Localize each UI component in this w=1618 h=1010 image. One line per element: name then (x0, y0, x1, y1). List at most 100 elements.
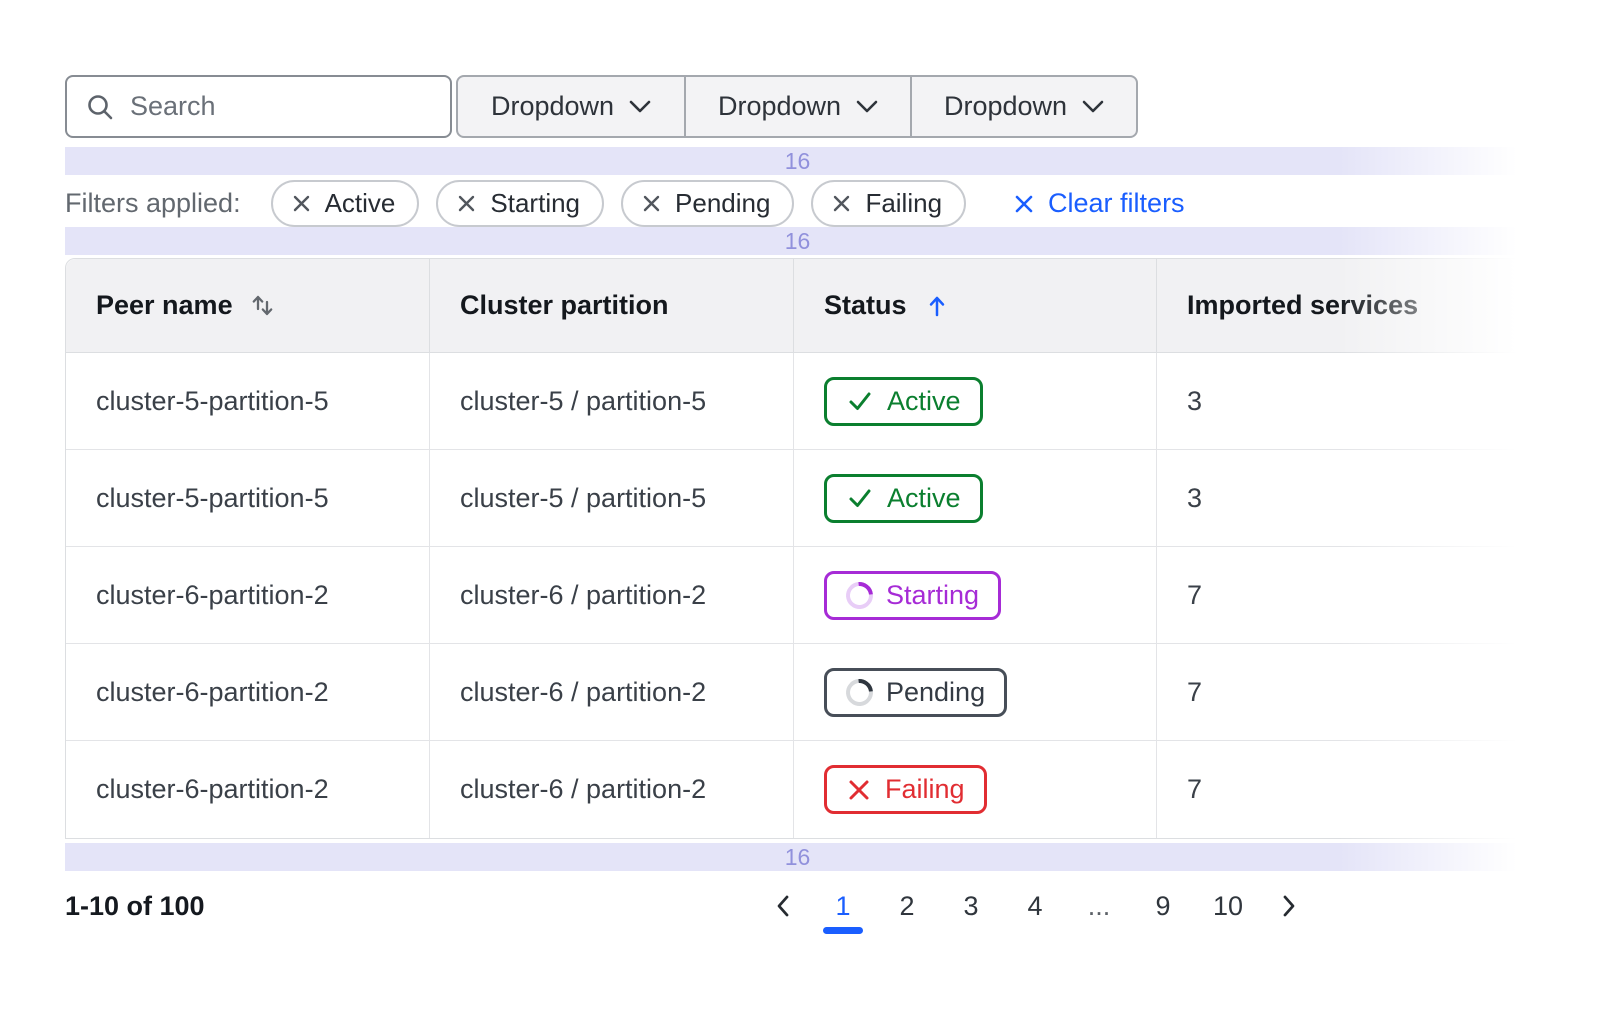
status-badge-label: Starting (886, 580, 979, 611)
cell-status: Active (793, 450, 1156, 546)
check-icon (846, 484, 874, 512)
status-badge-active: Active (824, 474, 983, 523)
chevron-left-icon (771, 893, 797, 919)
column-header-label: Imported services (1187, 290, 1418, 321)
pagination-summary: 1-10 of 100 (65, 891, 205, 922)
sort-both-icon (249, 292, 276, 319)
remove-filter-icon[interactable] (457, 194, 476, 213)
chevron-down-icon (856, 100, 878, 114)
cell-cluster-partition: cluster-6 / partition-2 (429, 644, 793, 740)
search-input[interactable] (130, 91, 484, 122)
spinner-icon (840, 673, 878, 711)
page-button-9[interactable]: 9 (1149, 873, 1177, 939)
spacing-band: 16 (65, 227, 1530, 255)
table-row: cluster-5-partition-5 cluster-5 / partit… (66, 353, 1529, 450)
cell-imported-services: 7 (1156, 741, 1529, 838)
column-header-status[interactable]: Status (793, 259, 1156, 352)
dropdown-button-3[interactable]: Dropdown (910, 77, 1136, 136)
clear-filters-button[interactable]: Clear filters (1013, 188, 1185, 219)
column-header-label: Status (824, 290, 907, 321)
page-button-3[interactable]: 3 (957, 873, 985, 939)
cell-status: Failing (793, 741, 1156, 838)
remove-filter-icon[interactable] (642, 194, 661, 213)
cell-status: Starting (793, 547, 1156, 643)
page-button-4[interactable]: 4 (1021, 873, 1049, 939)
table-row: cluster-6-partition-2 cluster-6 / partit… (66, 644, 1529, 741)
filter-chip-label: Active (325, 188, 396, 219)
dropdown-button-1[interactable]: Dropdown (458, 77, 684, 136)
spacing-band: 16 (65, 147, 1530, 175)
chevron-down-icon (1082, 100, 1104, 114)
filter-chip-label: Pending (675, 188, 770, 219)
column-header-cluster-partition: Cluster partition (429, 259, 793, 352)
cell-status: Pending (793, 644, 1156, 740)
spacing-band-label: 16 (785, 228, 811, 255)
pagination-ellipsis: ... (1085, 873, 1113, 939)
cell-peer-name: cluster-6-partition-2 (66, 644, 429, 740)
remove-filter-icon[interactable] (832, 194, 851, 213)
filter-chip-label: Starting (490, 188, 580, 219)
pagination-row: 1-10 of 100 1 2 3 4 ... 9 10 (65, 873, 1315, 939)
pager: 1 2 3 4 ... 9 10 (757, 873, 1315, 939)
cell-imported-services: 3 (1156, 353, 1529, 449)
dropdown-label: Dropdown (718, 91, 841, 122)
cell-cluster-partition: cluster-6 / partition-2 (429, 741, 793, 838)
status-badge-label: Pending (886, 677, 985, 708)
cell-cluster-partition: cluster-5 / partition-5 (429, 353, 793, 449)
cell-peer-name: cluster-5-partition-5 (66, 353, 429, 449)
column-header-peer-name[interactable]: Peer name (66, 259, 429, 352)
column-header-label: Peer name (96, 290, 233, 321)
column-header-label: Cluster partition (460, 290, 669, 321)
search-icon (85, 92, 115, 122)
cell-cluster-partition: cluster-5 / partition-5 (429, 450, 793, 546)
filter-chip-starting[interactable]: Starting (436, 180, 604, 227)
status-badge-label: Failing (885, 774, 965, 805)
cell-imported-services: 7 (1156, 644, 1529, 740)
status-badge-pending: Pending (824, 668, 1007, 717)
spacing-band: 16 (65, 843, 1530, 871)
spinner-icon (840, 576, 878, 614)
table-header-row: Peer name Cluster partition Status Impor… (66, 259, 1529, 353)
cell-imported-services: 3 (1156, 450, 1529, 546)
cell-peer-name: cluster-6-partition-2 (66, 547, 429, 643)
filters-applied-row: Filters applied: Active Starting Pending (65, 180, 1530, 227)
next-page-button[interactable] (1261, 893, 1315, 919)
filter-chip-active[interactable]: Active (271, 180, 420, 227)
page-button-2[interactable]: 2 (893, 873, 921, 939)
dropdown-group: Dropdown Dropdown Dropdown (456, 75, 1138, 138)
dropdown-label: Dropdown (944, 91, 1067, 122)
status-badge-label: Active (887, 483, 961, 514)
cell-imported-services: 7 (1156, 547, 1529, 643)
cell-peer-name: cluster-6-partition-2 (66, 741, 429, 838)
sort-ascending-icon (923, 292, 951, 320)
filter-chip-label: Failing (865, 188, 942, 219)
page-button-10[interactable]: 10 (1213, 873, 1243, 939)
cell-status: Active (793, 353, 1156, 449)
spacing-band-label: 16 (785, 844, 811, 871)
status-badge-failing: Failing (824, 765, 987, 814)
chevron-right-icon (1275, 893, 1301, 919)
x-icon (846, 777, 872, 803)
search-box[interactable] (65, 75, 452, 138)
column-header-imported-services: Imported services (1156, 259, 1529, 352)
status-badge-active: Active (824, 377, 983, 426)
table-row: cluster-5-partition-5 cluster-5 / partit… (66, 450, 1529, 547)
status-badge-label: Active (887, 386, 961, 417)
dropdown-button-2[interactable]: Dropdown (684, 77, 910, 136)
clear-filters-label: Clear filters (1048, 188, 1185, 219)
cell-peer-name: cluster-5-partition-5 (66, 450, 429, 546)
page-button-1[interactable]: 1 (829, 873, 857, 939)
check-icon (846, 387, 874, 415)
remove-filter-icon[interactable] (292, 194, 311, 213)
filters-applied-label: Filters applied: (65, 188, 241, 219)
filter-chip-failing[interactable]: Failing (811, 180, 966, 227)
filter-chip-pending[interactable]: Pending (621, 180, 794, 227)
status-badge-starting: Starting (824, 571, 1001, 620)
table-row: cluster-6-partition-2 cluster-6 / partit… (66, 547, 1529, 644)
spacing-band-label: 16 (785, 148, 811, 175)
table-row: cluster-6-partition-2 cluster-6 / partit… (66, 741, 1529, 838)
previous-page-button[interactable] (757, 893, 811, 919)
peers-table: Peer name Cluster partition Status Impor… (65, 258, 1530, 839)
filter-toolbar: Dropdown Dropdown Dropdown (65, 75, 1530, 138)
dropdown-label: Dropdown (491, 91, 614, 122)
